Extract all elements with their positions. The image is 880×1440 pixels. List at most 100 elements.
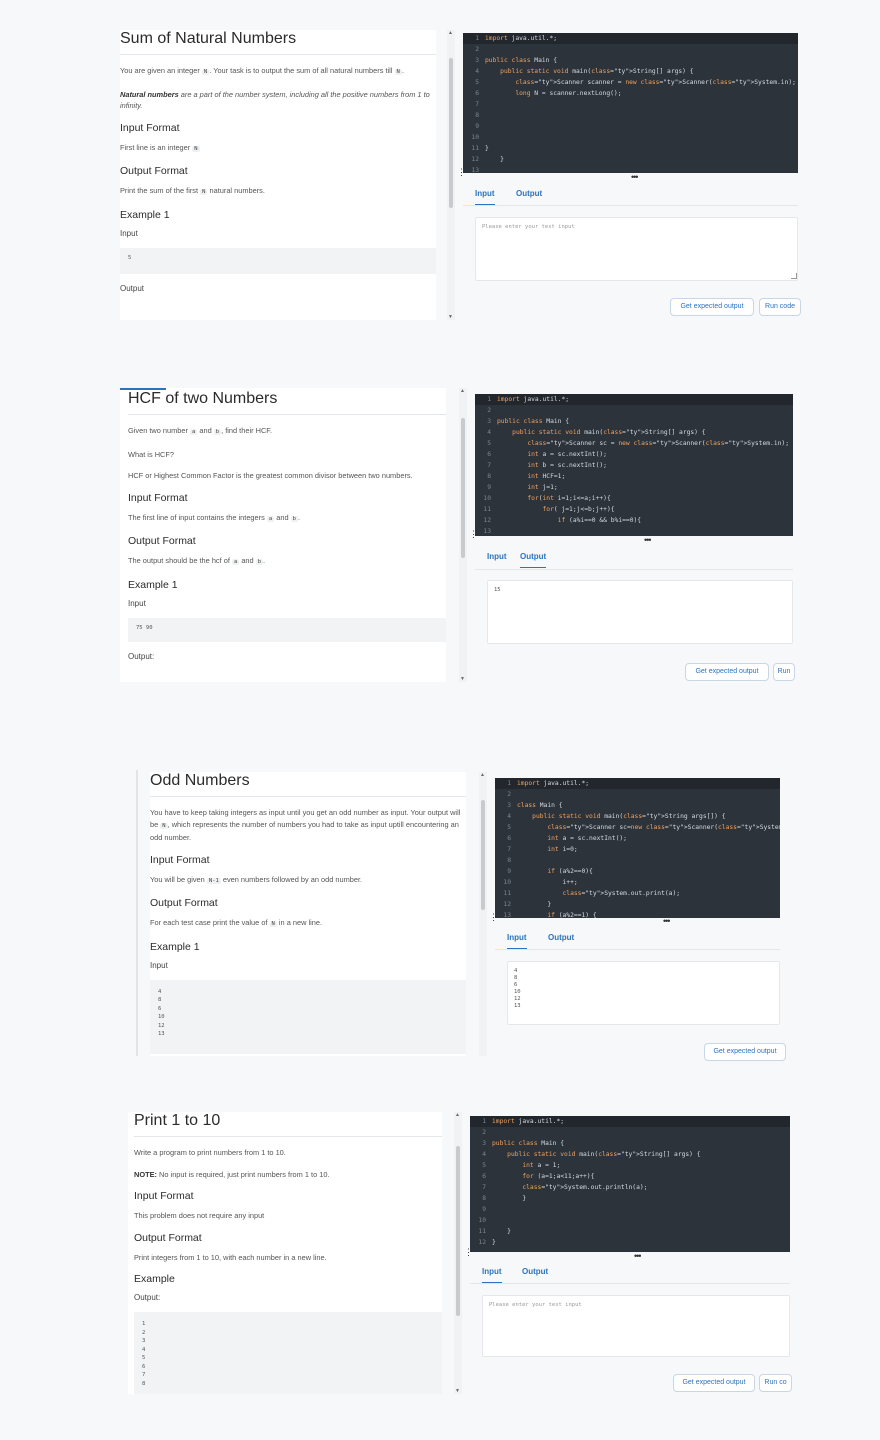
- scrollbar-thumb[interactable]: [456, 1146, 460, 1316]
- code-line[interactable]: 4 public static void main(class="ty">Str…: [470, 1149, 790, 1160]
- code-editor-3[interactable]: 1 import java.util.*; 2 3 class Main {4 publ…: [495, 778, 780, 918]
- code-line[interactable]: 9 if (a%2==0){: [495, 866, 780, 877]
- code-line[interactable]: 8 int HCF=1;: [475, 471, 793, 482]
- code-line[interactable]: 1 import java.util.*;: [470, 1116, 790, 1127]
- resize-handle-icon[interactable]: [791, 273, 797, 279]
- code-line[interactable]: 4 public static void main(class="ty">Str…: [475, 427, 793, 438]
- code-line[interactable]: 7 int b = sc.nextInt();: [475, 460, 793, 471]
- code-line[interactable]: 6 long N = scanner.nextLong();: [463, 88, 798, 99]
- code-line[interactable]: 1 import java.util.*;: [475, 394, 793, 405]
- code-line[interactable]: 12 if (a%i==0 && b%i==0){: [475, 515, 793, 526]
- code-editor-2[interactable]: 1 import java.util.*; 2 3 public class Main …: [475, 394, 793, 536]
- problem-scrollbar[interactable]: ▲ ▼: [447, 30, 455, 320]
- tab-input[interactable]: Input: [507, 933, 527, 949]
- code-line[interactable]: 6 for (a=1;a<11;a++){: [470, 1171, 790, 1182]
- code-line[interactable]: 12 }: [495, 899, 780, 910]
- code-line[interactable]: 7 class="ty">System.out.println(a);: [470, 1182, 790, 1193]
- test-input-textarea[interactable]: Please enter your test input: [475, 217, 798, 281]
- get-expected-output-button[interactable]: Get expected output: [685, 663, 769, 681]
- test-input-textarea[interactable]: 4 8 6 10 12 13: [507, 961, 780, 1025]
- problem-scrollbar[interactable]: ▲ ▼: [454, 1112, 462, 1394]
- code-line[interactable]: 10 for(int i=1;i<=a;i++){: [475, 493, 793, 504]
- scroll-down-icon[interactable]: ▼: [455, 1388, 460, 1394]
- code-line[interactable]: 5 class="ty">Scanner sc = new class="ty"…: [475, 438, 793, 449]
- code-line[interactable]: 11}: [463, 143, 798, 154]
- more-options-icon[interactable]: •••: [663, 916, 671, 926]
- code-line[interactable]: 8 }: [470, 1193, 790, 1204]
- code-line[interactable]: 4 public static void main(class="ty">Str…: [495, 811, 780, 822]
- code-line[interactable]: 11 class="ty">System.out.print(a);: [495, 888, 780, 899]
- tab-output[interactable]: Output: [516, 189, 542, 204]
- code-line[interactable]: 8: [495, 855, 780, 866]
- code-line[interactable]: 10: [470, 1215, 790, 1226]
- code-line[interactable]: 6 int a = sc.nextInt();: [495, 833, 780, 844]
- scroll-down-icon[interactable]: ▼: [460, 676, 465, 682]
- code-line[interactable]: 2: [475, 405, 793, 416]
- get-expected-output-button[interactable]: Get expected output: [704, 1043, 786, 1061]
- scroll-up-icon[interactable]: ▲: [460, 388, 465, 394]
- tab-input[interactable]: Input: [482, 1267, 502, 1283]
- code-line[interactable]: 6 int a = sc.nextInt();: [475, 449, 793, 460]
- get-expected-output-button[interactable]: Get expected output: [673, 1374, 755, 1392]
- code-line[interactable]: 1 import java.util.*;: [463, 33, 798, 44]
- code-line[interactable]: 3 class Main {: [495, 800, 780, 811]
- run-code-button[interactable]: Run code: [759, 298, 801, 316]
- code-line[interactable]: 9 int j=1;: [475, 482, 793, 493]
- line-number: 11: [503, 890, 511, 897]
- scrollbar-thumb[interactable]: [449, 58, 453, 208]
- example-output-label: Output:: [128, 651, 155, 661]
- more-options-icon[interactable]: •••: [634, 1251, 642, 1261]
- run-code-button[interactable]: Run co: [759, 1374, 792, 1392]
- code-line[interactable]: 1 import java.util.*;: [495, 778, 780, 789]
- code-line[interactable]: 13 if (a%2==1) {: [495, 910, 780, 918]
- scrollbar-thumb[interactable]: [481, 800, 485, 910]
- drag-handle-icon[interactable]: ⋮: [457, 168, 466, 177]
- more-options-icon[interactable]: •••: [631, 172, 639, 182]
- code-line[interactable]: 3 public class Main {: [470, 1138, 790, 1149]
- tab-input[interactable]: Input: [487, 552, 507, 567]
- code-line[interactable]: 2: [495, 789, 780, 800]
- scroll-down-icon[interactable]: ▼: [448, 314, 453, 320]
- tab-output[interactable]: Output: [522, 1267, 548, 1282]
- tab-output[interactable]: Output: [520, 552, 547, 568]
- code-line[interactable]: 11 for( j=1;j<=b;j++){: [475, 504, 793, 515]
- run-code-button[interactable]: Run: [773, 663, 795, 681]
- code-line[interactable]: 5 class="ty">Scanner scanner = new class…: [463, 77, 798, 88]
- tab-output[interactable]: Output: [548, 933, 574, 948]
- code-line[interactable]: 12 }: [463, 154, 798, 165]
- scroll-up-icon[interactable]: ▲: [480, 772, 485, 778]
- code-line[interactable]: 7 int i=0;: [495, 844, 780, 855]
- problem-description: You have to keep taking integers as inpu…: [150, 808, 461, 842]
- code-line[interactable]: 9: [470, 1204, 790, 1215]
- code-line[interactable]: 3 public class Main {: [463, 55, 798, 66]
- drag-handle-icon[interactable]: ⋮: [489, 913, 498, 922]
- tab-input[interactable]: Input: [475, 189, 495, 205]
- code-line[interactable]: 13: [475, 526, 793, 536]
- code-line[interactable]: 5 class="ty">Scanner sc=new class="ty">S…: [495, 822, 780, 833]
- scroll-up-icon[interactable]: ▲: [455, 1112, 460, 1118]
- code-line[interactable]: 3 public class Main {: [475, 416, 793, 427]
- scroll-up-icon[interactable]: ▲: [448, 30, 453, 36]
- line-number: 13: [471, 167, 479, 173]
- drag-handle-icon[interactable]: ⋮: [464, 1248, 473, 1257]
- test-input-textarea[interactable]: Please enter your test input: [482, 1295, 790, 1357]
- code-line[interactable]: 10: [463, 132, 798, 143]
- code-line[interactable]: 2: [470, 1127, 790, 1138]
- code-line[interactable]: 5 int a = 1;: [470, 1160, 790, 1171]
- code-editor-1[interactable]: 1 import java.util.*; 2 3 public class Main …: [463, 33, 798, 173]
- problem-scrollbar[interactable]: ▲: [479, 772, 487, 1056]
- more-options-icon[interactable]: •••: [644, 535, 652, 545]
- code-line[interactable]: 7: [463, 99, 798, 110]
- get-expected-output-button[interactable]: Get expected output: [670, 298, 754, 316]
- code-line[interactable]: 11 }: [470, 1226, 790, 1237]
- code-editor-4[interactable]: 1 import java.util.*; 2 3 public class Main …: [470, 1116, 790, 1252]
- code-line[interactable]: 2: [463, 44, 798, 55]
- drag-handle-icon[interactable]: ⋮: [469, 530, 478, 539]
- code-line[interactable]: 10 i++;: [495, 877, 780, 888]
- code-line[interactable]: 4 public static void main(class="ty">Str…: [463, 66, 798, 77]
- code-line[interactable]: 9: [463, 121, 798, 132]
- code-line[interactable]: 8: [463, 110, 798, 121]
- code-line[interactable]: 12}: [470, 1237, 790, 1248]
- problem-scrollbar[interactable]: ▲ ▼: [459, 388, 467, 682]
- scrollbar-thumb[interactable]: [461, 418, 465, 558]
